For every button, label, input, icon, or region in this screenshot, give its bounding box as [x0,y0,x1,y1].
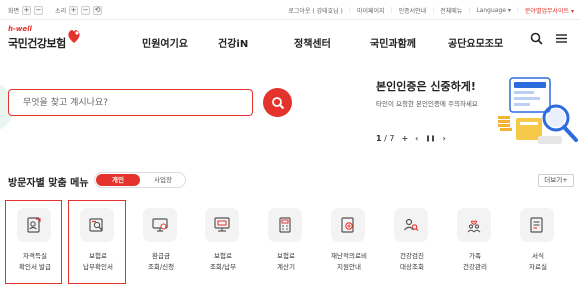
all-menu-link[interactable]: 전체메뉴 [440,6,462,15]
language-select[interactable]: Language ▾ [476,7,511,14]
reset-button[interactable]: ⟲ [93,6,103,15]
menu-label-line2: 확인서 발급 [19,263,51,271]
nav-item-civil[interactable]: 민원여기요 [142,35,188,50]
menu-item-disaster-medical[interactable]: 재난적의료비 지원안내 [322,202,376,286]
zoom-in-button[interactable]: + [22,6,32,15]
hamburger-menu-icon[interactable] [555,32,568,45]
volume-down-button[interactable]: − [81,6,91,15]
notice-banner[interactable]: 본인인증은 신중하게! 타인이 요청한 본인인증에 주의하세요 [376,78,478,108]
section-title: 방문자별 맞춤 메뉴 [8,178,89,189]
logo-tagline: h-well [8,25,32,33]
forms-icon [530,217,543,233]
hero: 본인인증은 신중하게! 타인이 요청한 본인인증에 주의하세요 1 / 7 + … [0,62,580,164]
menu-label-line1: 환급금 [152,252,170,260]
nav-item-about[interactable]: 공단요모조모 [448,35,503,50]
people-search-icon [404,218,419,231]
family-icon [467,220,481,233]
menu-item-qualification[interactable]: 자격득실 확인서 발급 [8,202,62,286]
banner-plus-button[interactable]: + [401,134,408,143]
header: h-well 국민건강보험 민원여기요 건강iN 정책센터 국민과함께 공단요모… [0,20,580,62]
logo-mark-icon [68,30,80,43]
menu-label-line2: 대상조회 [400,263,424,271]
site-select[interactable]: 분야별업무사이트 ▾ [525,6,574,15]
sound-label: 소리 [55,8,67,15]
menu-label-line1: 보험료 [277,252,295,260]
menu-item-calculator[interactable]: 보험료 계산기 [259,202,313,286]
screen-label: 화면 [8,8,20,15]
computer-payment-icon [214,217,230,232]
nav-item-together[interactable]: 국민과함께 [370,35,416,50]
medical-support-icon [341,217,354,233]
menu-item-refund[interactable]: 환급금 조회/신청 [134,202,188,286]
banner-title: 본인인증은 신중하게! [376,80,476,93]
banner-total-pages: 7 [389,134,395,143]
search-box [8,89,253,116]
logout-link[interactable]: 로그아웃 ( 강태호님 ) [288,6,343,15]
menu-label-line2: 건강관리 [463,263,487,271]
calculator-icon [279,217,291,233]
search-icon [271,96,284,109]
visitor-type-toggle: 개인 사업장 [94,172,186,188]
menu-item-forms[interactable]: 서식 자료실 [511,202,565,286]
tab-personal[interactable]: 개인 [96,174,140,186]
banner-subtitle: 타인이 요청한 본인인증에 주의하세요 [376,100,478,108]
logo-name: 국민건강보험 [8,37,66,50]
zoom-out-button[interactable]: − [34,6,44,15]
menu-item-family-health[interactable]: 가족 건강관리 [448,202,502,286]
header-icons [530,32,568,45]
document-search-icon [89,218,103,232]
banner-pager: 1 / 7 + ‹ ❚❚ › [376,134,446,143]
menu-label-line2: 조회/납부 [209,263,237,271]
custom-menu-list: 자격득실 확인서 발급 보험료 납부확인서 환급금 조회/신청 보험료 조회/납… [0,200,580,292]
utility-bar: 화면 + − 소리 + − ⟲ 로그아웃 ( 강태호님 ) | 마이페이지 | … [0,0,580,20]
menu-label-line1: 자격득실 [23,252,47,260]
menu-label-line2: 자료실 [529,263,547,271]
nav-item-policy[interactable]: 정책센터 [294,35,331,50]
display-controls: 화면 + − 소리 + − ⟲ [8,6,103,15]
menu-item-health-checkup[interactable]: 건강검진 대상조회 [385,202,439,286]
banner-current-page: 1 [376,134,382,143]
volume-up-button[interactable]: + [69,6,79,15]
menu-label-line2: 납부확인서 [83,263,113,271]
menu-label-line1: 가족 [469,252,481,260]
mypage-link[interactable]: 마이페이지 [357,6,385,15]
monitor-refund-icon [152,218,168,232]
utility-links: 로그아웃 ( 강태호님 ) | 마이페이지 | 인증서안내 | 전체메뉴 | L… [288,6,574,15]
certificate-guide-link[interactable]: 인증서안내 [399,6,427,15]
more-button[interactable]: 더보기+ [538,174,574,187]
certificate-icon [27,217,41,233]
nav-item-health-in[interactable]: 건강iN [218,35,248,50]
phone-auth-illustration [498,77,578,144]
banner-prev-button[interactable]: ‹ [415,134,418,143]
menu-label-line1: 재난적의료비 [331,252,367,260]
menu-label-line1: 건강검진 [400,252,424,260]
search-input[interactable] [9,91,229,115]
menu-label-line1: 서식 [532,252,544,260]
menu-label-line2: 지원안내 [337,263,361,271]
menu-label-line1: 보험료 [89,252,107,260]
tab-business[interactable]: 사업장 [141,174,185,186]
menu-item-premium-inquiry[interactable]: 보험료 조회/납부 [196,202,250,286]
custom-menu-header: 방문자별 맞춤 메뉴 개인 사업장 더보기+ [0,170,580,192]
menu-label-line2: 계산기 [277,263,295,271]
menu-label-line2: 조회/신청 [147,263,175,271]
banner-next-button[interactable]: › [443,134,446,143]
search-icon[interactable] [530,32,543,45]
menu-label-line1: 보험료 [214,252,232,260]
search-button[interactable] [263,88,292,117]
banner-pause-button[interactable]: ❚❚ [425,135,435,142]
menu-item-payment-confirmation[interactable]: 보험료 납부확인서 [71,202,125,286]
